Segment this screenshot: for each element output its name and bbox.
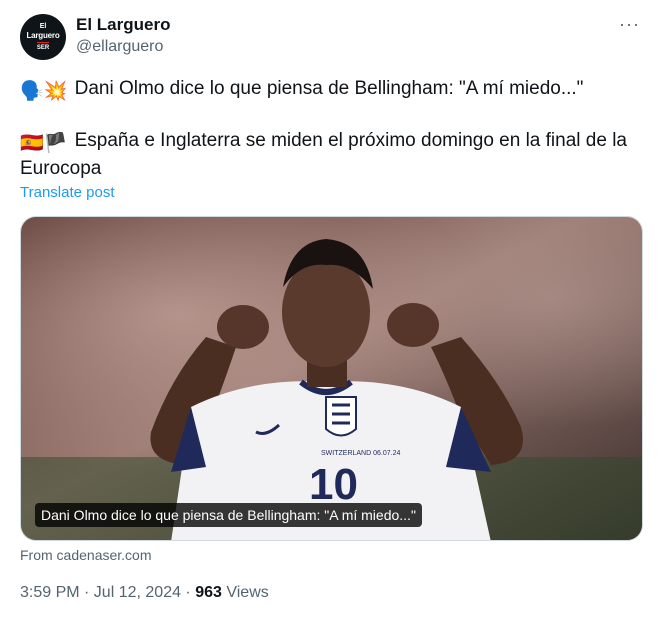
avatar[interactable]: El Larguero SER [20,14,66,60]
views-label: Views [226,584,269,601]
views-count: 963 [195,584,222,601]
image-caption: Dani Olmo dice lo que piensa de Bellingh… [35,503,422,527]
player-photo: 10 SWITZERLAND 06.07.24 [21,217,642,540]
account-name[interactable]: El Larguero [76,14,170,36]
post-headline: Dani Olmo dice lo que piensa de Bellingh… [74,78,584,99]
account-handle[interactable]: @ellarguero [76,37,163,57]
link-source[interactable]: From cadenaser.com [20,546,152,564]
speaking-head-collision-emoji: 🗣️💥 [20,81,68,102]
shirt-number: 10 [309,460,358,509]
avatar-text-top: El [39,22,47,30]
more-horizontal-icon[interactable]: ··· [619,15,640,33]
post-text-line-1: 🗣️💥 Dani Olmo dice lo que piensa de Bell… [20,76,583,104]
link-card-image[interactable]: 10 SWITZERLAND 06.07.24 Dani Olmo dice l… [20,216,643,541]
translate-post-link[interactable]: Translate post [20,184,115,202]
spain-england-flags-emoji: 🇪🇸🏴 [20,133,68,154]
shirt-text: SWITZERLAND 06.07.24 [321,450,400,457]
post-timestamp[interactable]: 3:59 PM · Jul 12, 2024 · [20,584,195,601]
avatar-text-mid: Larguero [26,30,60,40]
post-body: España e Inglaterra se miden el próximo … [20,130,627,179]
avatar-text-bottom: SER [36,41,50,52]
post-text-line-2: 🇪🇸🏴 España e Inglaterra se miden el próx… [20,128,640,181]
post-metadata: 3:59 PM · Jul 12, 2024 · 963 Views [20,583,269,603]
